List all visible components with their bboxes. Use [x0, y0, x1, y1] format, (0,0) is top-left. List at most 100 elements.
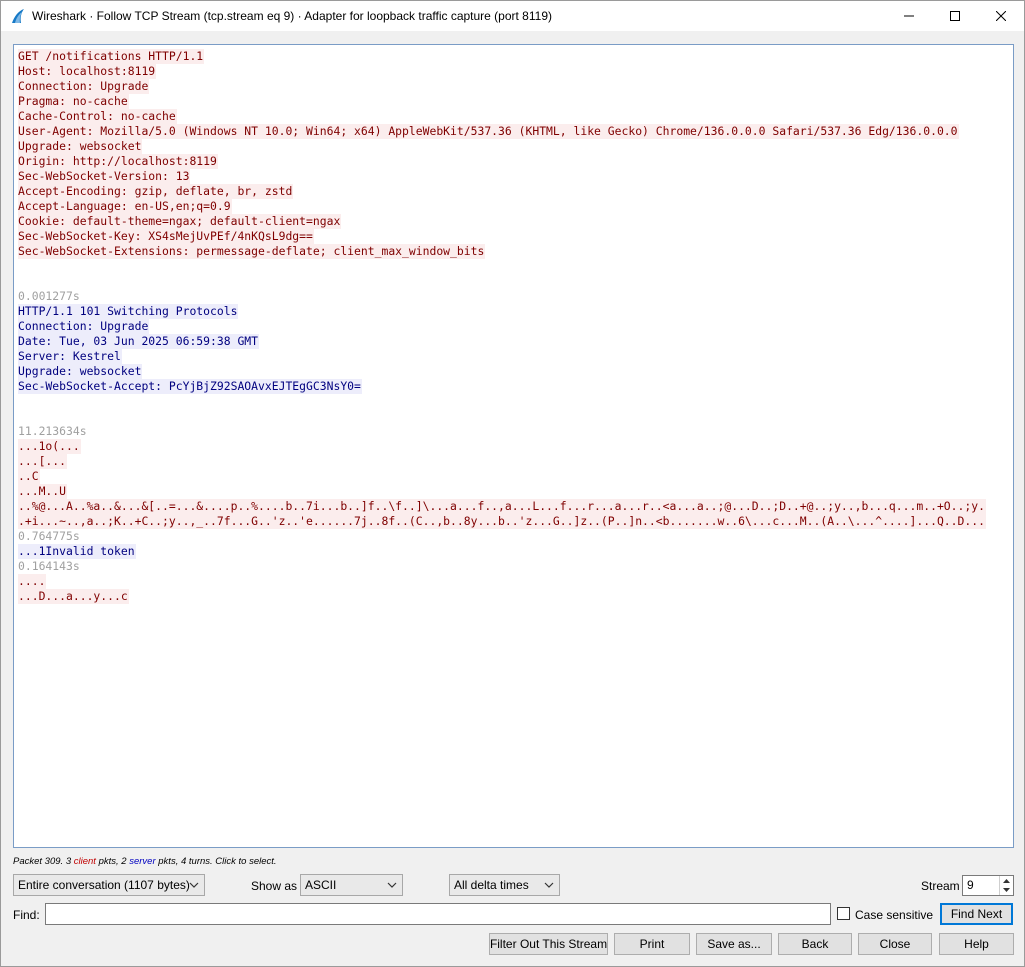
stream-line-text: User-Agent: Mozilla/5.0 (Windows NT 10.0… — [18, 124, 959, 139]
back-button[interactable]: Back — [778, 933, 852, 955]
spin-down-button[interactable] — [1000, 885, 1013, 894]
stream-line-text: Sec-WebSocket-Accept: PcYjBjZ92SAOAvxEJT… — [18, 379, 362, 394]
stream-blank-line — [18, 274, 1009, 289]
filter-out-stream-label: Filter Out This Stream — [489, 937, 608, 951]
stream-client-line: User-Agent: Mozilla/5.0 (Windows NT 10.0… — [18, 124, 1009, 139]
stream-label: Stream — [921, 879, 960, 893]
stream-line-text: Upgrade: websocket — [18, 364, 143, 379]
stream-line-text: Cookie: default-theme=ngax; default-clie… — [18, 214, 342, 229]
show-as-label: Show as — [251, 879, 298, 893]
stream-client-line: Sec-WebSocket-Extensions: permessage-def… — [18, 244, 1009, 259]
chevron-down-icon — [189, 882, 199, 888]
save-as-label: Save as... — [707, 937, 761, 951]
show-as-select-value: ASCII — [305, 878, 337, 892]
close-label: Close — [879, 937, 911, 951]
stream-timestamp: 11.213634s — [18, 424, 1009, 439]
stream-server-line: ...1Invalid token — [18, 544, 1009, 559]
close-icon — [996, 11, 1006, 21]
maximize-button[interactable] — [932, 1, 978, 31]
stream-timestamp: 0.764775s — [18, 529, 1009, 544]
print-label: Print — [639, 937, 665, 951]
stream-line-text: Sec-WebSocket-Version: 13 — [18, 169, 191, 184]
follow-stream-window: Wireshark · Follow TCP Stream (tcp.strea… — [0, 0, 1025, 967]
stream-line-text: Host: localhost:8119 — [18, 64, 157, 79]
title-bar[interactable]: Wireshark · Follow TCP Stream (tcp.strea… — [1, 1, 1024, 31]
stream-line-text: Pragma: no-cache — [18, 94, 129, 109]
stream-line-text: ..%@...A..%a..&...&[..=...&....p..%....b… — [18, 499, 986, 514]
stream-line-text: Accept-Language: en-US,en;q=0.9 — [18, 199, 232, 214]
stream-line-text: ...1o(... — [18, 439, 81, 454]
stream-client-line: Cache-Control: no-cache — [18, 109, 1009, 124]
close-window-button[interactable] — [978, 1, 1024, 31]
find-input[interactable] — [45, 903, 831, 925]
stream-line-text: Accept-Encoding: gzip, deflate, br, zstd — [18, 184, 294, 199]
stream-client-line: .+i...~..,a..;K..+C..;y..,_..7f...G..'z.… — [18, 514, 1009, 529]
triangle-up-icon — [1003, 878, 1010, 883]
stream-client-line: ..C — [18, 469, 1009, 484]
stream-line-text: Origin: http://localhost:8119 — [18, 154, 218, 169]
window-controls — [886, 1, 1024, 31]
stream-line-text: ..C — [18, 469, 40, 484]
stream-number-spinbox[interactable]: 9 — [962, 875, 1014, 896]
stream-server-line: Upgrade: websocket — [18, 364, 1009, 379]
stream-client-line: Connection: Upgrade — [18, 79, 1009, 94]
close-button[interactable]: Close — [858, 933, 932, 955]
case-sensitive-checkbox[interactable] — [837, 907, 850, 920]
status-server-word: server — [129, 856, 156, 867]
stream-line-text: Date: Tue, 03 Jun 2025 06:59:38 GMT — [18, 334, 260, 349]
stream-text-view[interactable]: GET /notifications HTTP/1.1 Host: localho… — [13, 44, 1014, 848]
stream-server-line: Connection: Upgrade — [18, 319, 1009, 334]
find-next-button[interactable]: Find Next — [940, 903, 1013, 925]
stream-line-text: .+i...~..,a..;K..+C..;y..,_..7f...G..'z.… — [18, 514, 986, 529]
stream-line-text: 0.764775s — [18, 529, 80, 543]
stream-timestamp: 0.001277s — [18, 289, 1009, 304]
stream-server-line: Date: Tue, 03 Jun 2025 06:59:38 GMT — [18, 334, 1009, 349]
show-as-select[interactable]: ASCII — [300, 874, 403, 896]
minimize-button[interactable] — [886, 1, 932, 31]
save-as-button[interactable]: Save as... — [696, 933, 772, 955]
status-tail: pkts, 4 turns. Click to select. — [158, 856, 277, 867]
stream-line-text: .... — [18, 574, 47, 589]
chevron-down-icon — [544, 882, 554, 888]
stream-line-text: Connection: Upgrade — [18, 319, 150, 334]
status-client-count: 3 — [65, 856, 72, 867]
help-button[interactable]: Help — [939, 933, 1014, 955]
stream-server-line: HTTP/1.1 101 Switching Protocols — [18, 304, 1009, 319]
stream-server-line: Server: Kestrel — [18, 349, 1009, 364]
stream-line-text: GET /notifications HTTP/1.1 — [18, 49, 205, 64]
status-server-count: 2 — [121, 856, 127, 867]
stream-line-text: Connection: Upgrade — [18, 79, 150, 94]
spin-up-button[interactable] — [1000, 876, 1013, 885]
stream-client-line: .... — [18, 574, 1009, 589]
stream-client-line: Sec-WebSocket-Version: 13 — [18, 169, 1009, 184]
stream-number-value: 9 — [967, 878, 974, 892]
case-sensitive-label: Case sensitive — [855, 908, 934, 922]
stream-client-line: ...M..U — [18, 484, 1009, 499]
stream-client-line: Upgrade: websocket — [18, 139, 1009, 154]
filter-out-stream-button[interactable]: Filter Out This Stream — [489, 933, 608, 955]
stream-client-line: Accept-Language: en-US,en;q=0.9 — [18, 199, 1009, 214]
stream-line-text: Cache-Control: no-cache — [18, 109, 177, 124]
triangle-down-icon — [1003, 887, 1010, 892]
delta-times-select-value: All delta times — [454, 878, 529, 892]
stream-timestamp: 0.164143s — [18, 559, 1009, 574]
back-label: Back — [801, 937, 829, 951]
stream-client-line: ..%@...A..%a..&...&[..=...&....p..%....b… — [18, 499, 1009, 514]
stream-blank-line — [18, 259, 1009, 274]
stream-blank-line — [18, 409, 1009, 424]
status-packet: Packet 309. — [13, 856, 64, 867]
status-pkts-a: pkts, — [98, 856, 119, 867]
minimize-icon — [904, 15, 914, 17]
stream-client-line: ...D...a...y...c — [18, 589, 1009, 604]
conversation-select[interactable]: Entire conversation (1107 bytes) — [13, 874, 205, 896]
stream-line-text: Sec-WebSocket-Key: XS4sMejUvPEf/4nKQsL9d… — [18, 229, 314, 244]
delta-times-select[interactable]: All delta times — [449, 874, 560, 896]
help-label: Help — [964, 937, 989, 951]
print-button[interactable]: Print — [614, 933, 690, 955]
conversation-select-value: Entire conversation (1107 bytes) — [18, 878, 190, 892]
status-client-word: client — [73, 856, 96, 867]
stream-line-text: ...1Invalid token — [18, 544, 136, 559]
stream-line-text: Sec-WebSocket-Extensions: permessage-def… — [18, 244, 486, 259]
wireshark-fin-icon — [12, 9, 24, 23]
stream-line-text: ...D...a...y...c — [18, 589, 129, 604]
